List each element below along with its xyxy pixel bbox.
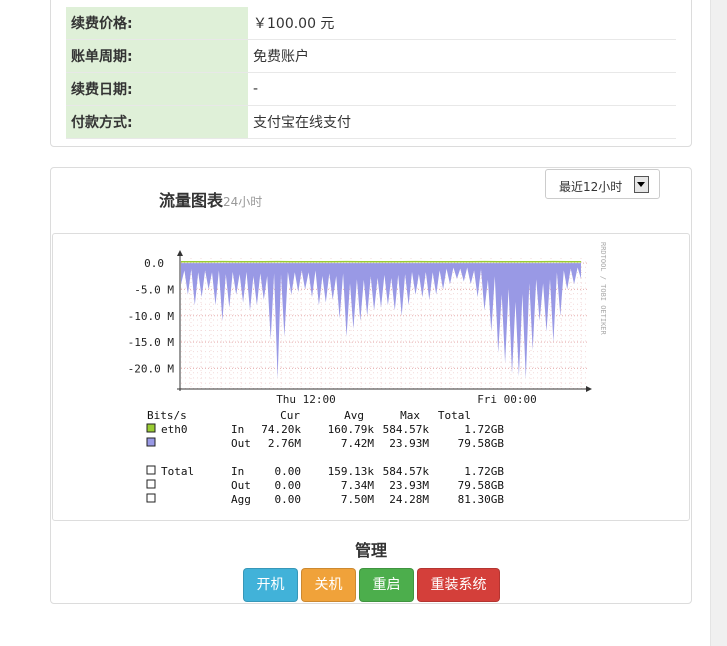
x-tick-label: Fri 00:00 bbox=[477, 393, 537, 406]
chart-title-text: 流量图表 bbox=[159, 191, 224, 210]
legend-max: 24.28M bbox=[389, 493, 429, 506]
y-tick-label: -15.0 M bbox=[128, 336, 175, 349]
legend-avg: 160.79k bbox=[328, 423, 375, 436]
x-tick-label: Thu 12:00 bbox=[276, 393, 336, 406]
x-axis-arrow bbox=[586, 386, 592, 392]
legend-total: 1.72GB bbox=[464, 465, 504, 478]
legend-direction: In bbox=[231, 423, 244, 436]
billing-cycle-value: 免费账户 bbox=[248, 39, 676, 73]
renew-price-value: ￥100.00 元 bbox=[248, 7, 676, 40]
rrdtool-watermark: RRDTOOL / TOBI OETIKER bbox=[599, 242, 607, 336]
legend-cur: 0.00 bbox=[275, 493, 302, 506]
chart-title: 流量图表24小时 bbox=[159, 187, 262, 211]
legend-swatch bbox=[146, 493, 156, 503]
renew-date-label: 续费日期: bbox=[66, 72, 248, 106]
y-tick-label: 0.0 bbox=[144, 257, 164, 270]
y-axis-arrow bbox=[177, 250, 183, 256]
legend-total: 79.58GB bbox=[458, 479, 505, 492]
legend-swatch bbox=[146, 437, 156, 447]
legend-header-unit: Bits/s bbox=[147, 409, 187, 422]
billing-info-table: 续费价格: ￥100.00 元 账单周期: 免费账户 续费日期: - 付款方式:… bbox=[66, 7, 676, 139]
power-on-button[interactable]: 开机 bbox=[243, 568, 298, 602]
legend-avg: 7.42M bbox=[341, 437, 374, 450]
legend-max: 23.93M bbox=[389, 437, 429, 450]
chevron-down-icon[interactable] bbox=[634, 176, 649, 193]
renew-date-value: - bbox=[248, 72, 676, 106]
legend-header-max: Max bbox=[400, 409, 420, 422]
legend-direction: Out bbox=[231, 479, 251, 492]
billing-cycle-label: 账单周期: bbox=[66, 39, 248, 73]
rrd-graph-svg: 0.0 -5.0 M -10.0 M -15.0 M -20.0 M Thu 1… bbox=[128, 242, 607, 506]
legend-avg: 7.50M bbox=[341, 493, 374, 506]
restart-button[interactable]: 重启 bbox=[359, 568, 414, 602]
chart-subtitle: 24小时 bbox=[223, 195, 263, 209]
legend-header-cur: Cur bbox=[280, 409, 300, 422]
legend-cur: 2.76M bbox=[268, 437, 301, 450]
legend-total: 79.58GB bbox=[458, 437, 505, 450]
legend-avg: 7.34M bbox=[341, 479, 374, 492]
payment-method-value: 支付宝在线支付 bbox=[248, 105, 676, 139]
power-off-button[interactable]: 关机 bbox=[301, 568, 356, 602]
legend-swatch bbox=[146, 423, 156, 433]
legend-cur: 0.00 bbox=[275, 479, 302, 492]
legend-name: Total bbox=[161, 465, 194, 478]
table-row: 付款方式: 支付宝在线支付 bbox=[66, 105, 676, 139]
legend-max: 584.57k bbox=[383, 423, 430, 436]
legend-direction: Agg bbox=[231, 493, 251, 506]
legend-cur: 74.20k bbox=[261, 423, 301, 436]
time-range-select[interactable]: 最近12小时 bbox=[545, 169, 660, 199]
legend-swatch bbox=[146, 479, 156, 489]
billing-info-panel: 续费价格: ￥100.00 元 账单周期: 免费账户 续费日期: - 付款方式:… bbox=[50, 0, 692, 147]
legend-total: 81.30GB bbox=[458, 493, 505, 506]
time-range-value: 最近12小时 bbox=[559, 180, 623, 194]
manage-title: 管理 bbox=[354, 541, 387, 560]
legend-cur: 0.00 bbox=[275, 465, 302, 478]
legend-direction: Out bbox=[231, 437, 251, 450]
legend-header-avg: Avg bbox=[344, 409, 364, 422]
y-tick-label: -20.0 M bbox=[128, 362, 175, 375]
rrd-graph: 0.0 -5.0 M -10.0 M -15.0 M -20.0 M Thu 1… bbox=[52, 233, 690, 521]
legend-max: 584.57k bbox=[383, 465, 430, 478]
legend-avg: 159.13k bbox=[328, 465, 375, 478]
payment-method-label: 付款方式: bbox=[66, 105, 248, 139]
renew-price-label: 续费价格: bbox=[66, 7, 248, 40]
legend-swatch bbox=[146, 465, 156, 475]
reinstall-os-button[interactable]: 重装系统 bbox=[417, 568, 500, 602]
table-row: 续费日期: - bbox=[66, 72, 676, 106]
y-tick-label: -5.0 M bbox=[134, 283, 174, 296]
traffic-chart-panel: 流量图表24小时 最近12小时 0.0 -5.0 M -10.0 M -15.0… bbox=[50, 167, 692, 604]
legend-direction: In bbox=[231, 465, 244, 478]
y-tick-label: -10.0 M bbox=[128, 310, 175, 323]
legend-total: 1.72GB bbox=[464, 423, 504, 436]
legend-max: 23.93M bbox=[389, 479, 429, 492]
table-row: 续费价格: ￥100.00 元 bbox=[66, 7, 676, 40]
legend-name: eth0 bbox=[161, 423, 188, 436]
table-row: 账单周期: 免费账户 bbox=[66, 39, 676, 73]
legend-header-total: Total bbox=[438, 409, 471, 422]
page-scrollbar[interactable] bbox=[710, 0, 727, 646]
